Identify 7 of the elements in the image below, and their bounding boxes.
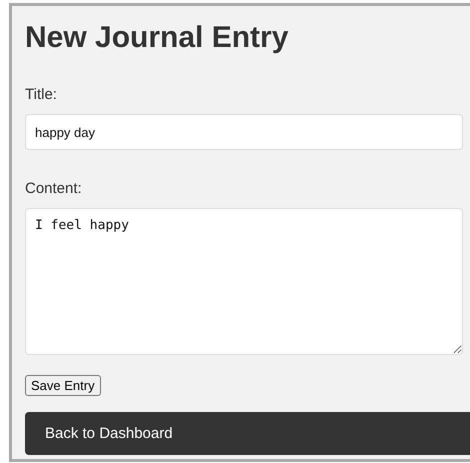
title-input[interactable]: happy day	[25, 114, 463, 150]
page-heading: New Journal Entry	[25, 20, 290, 56]
back-to-dashboard-link[interactable]: Back to Dashboard	[25, 412, 470, 455]
field-label: Title:	[25, 86, 58, 104]
save-button[interactable]: Save Entry	[25, 375, 101, 396]
field-label: Content:	[25, 180, 83, 198]
content-textarea[interactable]: I feel happy	[25, 208, 463, 355]
